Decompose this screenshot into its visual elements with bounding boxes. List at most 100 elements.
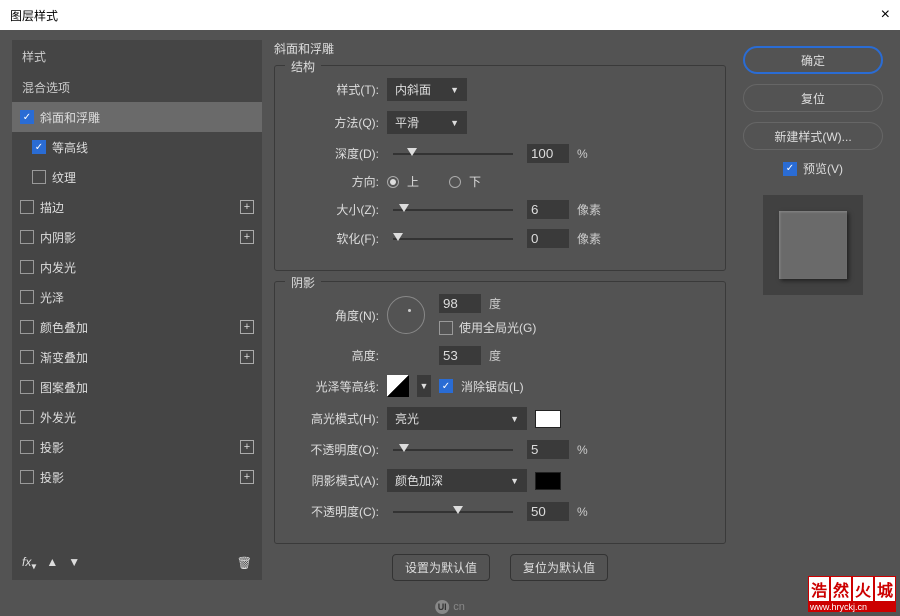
close-icon[interactable]: × — [881, 6, 890, 24]
size-slider[interactable] — [393, 209, 513, 211]
direction-up-radio[interactable] — [387, 176, 399, 188]
effect-checkbox[interactable] — [20, 440, 34, 454]
effect-row-10[interactable]: 外发光 — [12, 402, 262, 432]
effect-checkbox[interactable] — [20, 230, 34, 244]
effect-label: 描边 — [40, 199, 64, 216]
effect-row-12[interactable]: 投影+ — [12, 462, 262, 492]
effect-checkbox[interactable] — [20, 200, 34, 214]
soften-label: 软化(F): — [289, 230, 379, 247]
arrow-up-icon[interactable]: ▲ — [46, 555, 58, 572]
effect-label: 斜面和浮雕 — [40, 109, 100, 126]
add-effect-icon[interactable]: + — [240, 200, 254, 214]
effect-row-7[interactable]: 颜色叠加 + — [12, 312, 262, 342]
soften-input[interactable] — [527, 229, 569, 248]
effects-sidebar: 样式 混合选项 ✓斜面和浮雕✓等高线纹理描边+内阴影+内发光光泽颜色叠加+渐变叠… — [12, 40, 262, 580]
effect-row-11[interactable]: 投影 + — [12, 432, 262, 462]
shadow-mode-select[interactable]: 颜色加深▼ — [387, 469, 527, 492]
cancel-button[interactable]: 复位 — [743, 84, 883, 112]
effect-row-1[interactable]: ✓等高线 — [12, 132, 262, 162]
effect-checkbox[interactable] — [32, 170, 46, 184]
direction-down-radio[interactable] — [449, 176, 461, 188]
effect-row-3[interactable]: 描边 + — [12, 192, 262, 222]
angle-dial[interactable] — [387, 296, 425, 334]
size-input[interactable] — [527, 200, 569, 219]
structure-legend: 结构 — [285, 58, 321, 75]
add-effect-icon[interactable]: + — [240, 440, 254, 454]
effect-checkbox[interactable] — [20, 260, 34, 274]
antialias-checkbox[interactable]: ✓ — [439, 379, 453, 393]
altitude-input[interactable] — [439, 346, 481, 365]
effect-checkbox[interactable] — [20, 470, 34, 484]
arrow-down-icon[interactable]: ▼ — [68, 555, 80, 572]
preview-checkbox[interactable]: ✓ — [783, 162, 797, 176]
uicn-icon: UI — [435, 600, 449, 614]
new-style-button[interactable]: 新建样式(W)... — [743, 122, 883, 150]
effect-label: 渐变叠加 — [40, 349, 88, 366]
action-panel: 确定 复位 新建样式(W)... ✓ 预览(V) — [738, 40, 888, 580]
add-effect-icon[interactable]: + — [240, 350, 254, 364]
direction-label: 方向: — [289, 173, 379, 190]
effect-row-6[interactable]: 光泽 — [12, 282, 262, 312]
global-light-checkbox[interactable] — [439, 321, 453, 335]
effect-label: 投影 — [40, 439, 64, 456]
effect-checkbox[interactable] — [20, 320, 34, 334]
shadow-group: 阴影 角度(N): 度 使用全局光(G) 高度: — [274, 281, 726, 544]
shadow-opacity-slider[interactable] — [393, 511, 513, 513]
style-label: 样式(T): — [289, 81, 379, 98]
style-select[interactable]: 内斜面▼ — [387, 78, 467, 101]
direction-up-label: 上 — [407, 173, 419, 190]
contour-label: 光泽等高线: — [289, 378, 379, 395]
size-unit: 像素 — [577, 201, 601, 218]
uicn-watermark: UI cn — [435, 600, 465, 614]
add-effect-icon[interactable]: + — [240, 230, 254, 244]
shadow-color-swatch[interactable] — [535, 472, 561, 490]
direction-down-label: 下 — [469, 173, 481, 190]
highlight-opacity-slider[interactable] — [393, 449, 513, 451]
global-light-label: 使用全局光(G) — [459, 319, 536, 336]
effect-row-4[interactable]: 内阴影+ — [12, 222, 262, 252]
settings-panel: 斜面和浮雕 结构 样式(T): 内斜面▼ 方法(Q): 平滑▼ 深度(D): %… — [274, 40, 726, 580]
effect-checkbox[interactable] — [20, 350, 34, 364]
ok-button[interactable]: 确定 — [743, 46, 883, 74]
trash-icon[interactable]: 🗑 — [237, 556, 252, 570]
add-effect-icon[interactable]: + — [240, 320, 254, 334]
highlight-opacity-input[interactable] — [527, 440, 569, 459]
preview-sample — [779, 211, 847, 279]
size-label: 大小(Z): — [289, 201, 379, 218]
effect-label: 颜色叠加 — [40, 319, 88, 336]
effect-label: 图案叠加 — [40, 379, 88, 396]
contour-dropdown[interactable]: ▼ — [417, 375, 431, 397]
shadow-opacity-input[interactable] — [527, 502, 569, 521]
soften-slider[interactable] — [393, 238, 513, 240]
effect-row-9[interactable]: 图案叠加 — [12, 372, 262, 402]
highlight-opacity-unit: % — [577, 443, 588, 457]
blend-options[interactable]: 混合选项 — [12, 73, 262, 102]
effect-row-8[interactable]: 渐变叠加 + — [12, 342, 262, 372]
reset-default-button[interactable]: 复位为默认值 — [510, 554, 608, 581]
fx-menu-icon[interactable]: fx▾ — [22, 555, 36, 572]
effect-checkbox[interactable] — [20, 410, 34, 424]
effect-checkbox[interactable] — [20, 380, 34, 394]
shadow-mode-label: 阴影模式(A): — [289, 472, 379, 489]
effect-checkbox[interactable]: ✓ — [32, 140, 46, 154]
effect-checkbox[interactable]: ✓ — [20, 110, 34, 124]
effect-row-0[interactable]: ✓ 斜面和浮雕 — [12, 102, 262, 132]
depth-input[interactable] — [527, 144, 569, 163]
highlight-opacity-label: 不透明度(O): — [289, 441, 379, 458]
contour-picker[interactable] — [387, 375, 409, 397]
method-select[interactable]: 平滑▼ — [387, 111, 467, 134]
make-default-button[interactable]: 设置为默认值 — [392, 554, 490, 581]
effect-row-5[interactable]: 内发光 — [12, 252, 262, 282]
depth-slider[interactable] — [393, 153, 513, 155]
effect-label: 纹理 — [52, 169, 76, 186]
highlight-mode-select[interactable]: 亮光▼ — [387, 407, 527, 430]
effect-checkbox[interactable] — [20, 290, 34, 304]
styles-header[interactable]: 样式 — [12, 40, 262, 73]
angle-input[interactable] — [439, 294, 481, 313]
structure-group: 结构 样式(T): 内斜面▼ 方法(Q): 平滑▼ 深度(D): % 方向: 上 — [274, 65, 726, 271]
add-effect-icon[interactable]: + — [240, 470, 254, 484]
depth-unit: % — [577, 147, 588, 161]
highlight-color-swatch[interactable] — [535, 410, 561, 428]
effect-row-2[interactable]: 纹理 — [12, 162, 262, 192]
effect-label: 光泽 — [40, 289, 64, 306]
